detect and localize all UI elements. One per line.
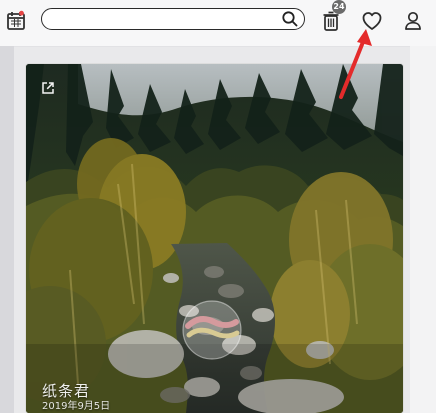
mobile-app-screen: 24 纸条君 2019年9月5日 — [0, 0, 436, 413]
user-icon[interactable] — [404, 10, 422, 32]
top-toolbar: 24 — [0, 0, 436, 47]
calendar-icon[interactable] — [6, 10, 26, 32]
heart-icon[interactable] — [361, 10, 383, 32]
card-title: 纸条君 — [42, 382, 91, 400]
play-overlay-icon[interactable] — [174, 298, 250, 362]
left-card-peek — [0, 46, 14, 413]
external-open-icon[interactable] — [40, 80, 56, 96]
search-icon[interactable] — [281, 10, 299, 28]
image-card[interactable]: 纸条君 2019年9月5日 — [26, 64, 403, 413]
card-date: 2019年9月5日 — [42, 401, 111, 412]
card-meta: 纸条君 2019年9月5日 — [42, 382, 110, 413]
search-input[interactable] — [41, 8, 305, 30]
right-edge-panel — [410, 46, 436, 413]
trash-count-badge: 24 — [332, 0, 346, 14]
